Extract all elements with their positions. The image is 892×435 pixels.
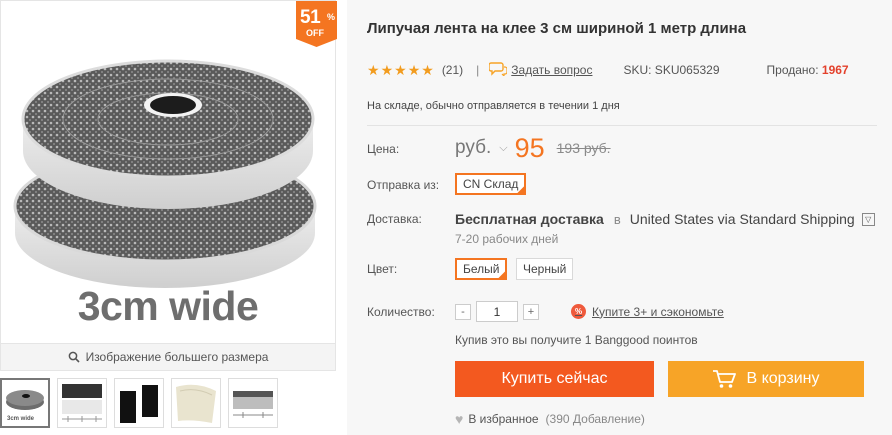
discount-percent: 51 [300,7,321,28]
bulk-discount-link[interactable]: % Купите 3+ и сэкономьте [571,304,724,319]
shipping-method[interactable]: Бесплатная доставка в United States via … [455,211,875,227]
meta-separator: | [476,63,480,77]
chat-bubble-icon [488,61,508,79]
ask-question-label: Задать вопрос [511,63,593,77]
cart-icon [712,369,737,389]
thumbnail-1-caption: 3cm wide [7,416,35,422]
star-icon: ★ [394,62,407,78]
product-gallery: 3cm wide 51 % OFF Изображение большего р… [0,0,337,371]
sold-label: Продано: [766,63,819,77]
reward-points-text: Купив это вы получите 1 Banggood поинтов [455,333,698,347]
color-option-label: Черный [523,262,567,276]
bulk-discount-label: Купите 3+ и сэкономьте [592,304,724,319]
color-option-label: Белый [463,262,500,276]
thumbnail-2[interactable] [57,378,107,428]
sold-number: 1967 [821,63,849,77]
thumbnail-strip: 3cm wide [0,378,278,430]
star-icon: ★ [407,62,421,78]
enlarge-image-label: Изображение большего размера [85,350,269,364]
currency-selector[interactable]: руб. [455,137,491,159]
product-page: 3cm wide 51 % OFF Изображение большего р… [0,0,892,435]
ship-from-label: Отправка из: [367,178,440,192]
ship-from-option-cn[interactable]: CN Склад [455,173,527,195]
old-price: 193 руб. [556,140,611,156]
quantity-increase-button[interactable]: + [523,303,539,320]
price-label: Цена: [367,142,400,156]
thumbnail-4[interactable] [171,378,221,428]
chevron-down-icon[interactable]: ⌵ [499,142,507,155]
wishlist-count: (390 Добавление) [545,412,645,426]
heart-icon: ♥ [455,411,464,427]
current-price: 95 [514,132,545,163]
product-meta-row: ★ ★ ★ ★ ★ (21) | Задать вопрос SKU: SKU06532… [367,61,877,79]
ship-from-option-label: CN Склад [463,177,519,191]
rating-stars[interactable]: ★ ★ ★ ★ ★ [367,63,434,77]
chevron-down-icon[interactable]: ▽ [861,212,875,226]
color-label: Цвет: [367,262,398,276]
shipping-method-text: United States via Standard Shipping [629,211,855,227]
divider [367,125,877,126]
stock-status: На складе, обычно отправляется в течении… [367,100,620,112]
price-row: руб. ⌵ 95 193 руб. [455,130,611,166]
add-to-cart-label: В корзину [746,370,820,387]
discount-badge: 51 % OFF [296,1,337,47]
add-to-cart-button[interactable]: В корзину [668,361,864,397]
image-caption: 3cm wide [77,283,259,329]
shipping-days: 7-20 рабочих дней [455,232,559,246]
discount-off-label: OFF [306,28,324,38]
quantity-stepper: - + [455,301,539,322]
quantity-input[interactable] [476,301,518,322]
sold-count: Продано: 1967 [767,63,849,77]
free-shipping-text: Бесплатная доставка [455,211,604,227]
star-icon: ★ [421,62,434,78]
shipping-in-word: в [613,211,621,227]
thumbnail-1[interactable]: 3cm wide [0,378,50,428]
main-product-image[interactable]: 3cm wide [1,1,335,343]
reviews-count[interactable]: (21) [442,63,463,77]
enlarge-image-link[interactable]: Изображение большего размера [1,343,335,370]
color-option-black[interactable]: Черный [516,258,574,280]
star-icon: ★ [380,62,394,78]
ask-question-link[interactable]: Задать вопрос [488,61,593,79]
discount-percent-sign: % [327,12,336,22]
quantity-label: Количество: [367,305,435,319]
sku-text: SKU: SKU065329 [623,63,720,77]
buy-now-button[interactable]: Купить сейчас [455,361,654,397]
star-icon: ★ [367,62,380,78]
wishlist-label: В избранное [468,412,539,426]
percent-icon: % [571,304,586,319]
thumbnail-3[interactable] [114,378,164,428]
quantity-decrease-button[interactable]: - [455,303,471,320]
product-info-panel: Липучая лента на клее 3 см шириной 1 мет… [347,0,892,435]
color-option-white[interactable]: Белый [455,258,508,280]
product-title: Липучая лента на клее 3 см шириной 1 мет… [367,20,747,37]
add-to-wishlist-link[interactable]: ♥ В избранное (390 Добавление) [455,411,645,427]
thumbnail-5[interactable] [228,378,278,428]
magnifier-icon [68,351,80,363]
delivery-label: Доставка: [367,212,422,226]
